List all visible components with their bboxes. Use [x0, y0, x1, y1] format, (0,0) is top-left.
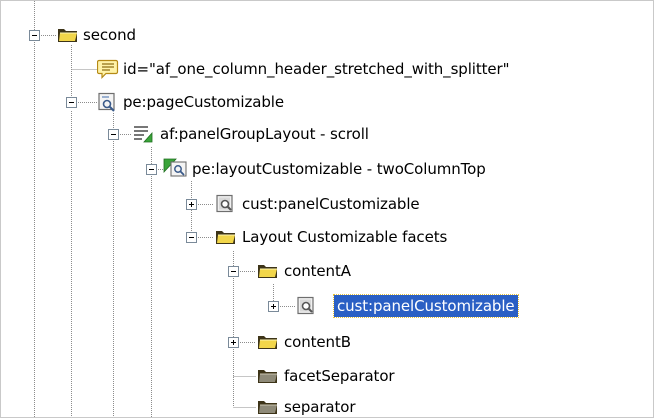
folder-icon	[257, 262, 279, 280]
folder-icon	[257, 333, 279, 351]
customizable-component-icon	[215, 194, 237, 213]
layout-customizable-icon	[163, 158, 187, 177]
folder-icon	[257, 398, 279, 416]
expand-toggle-panel-group-layout[interactable]	[108, 129, 119, 140]
expand-toggle-panel-customizable-selected[interactable]	[268, 301, 279, 312]
expand-toggle-second[interactable]	[29, 30, 40, 41]
expand-toggle-content-b[interactable]	[228, 337, 239, 348]
tree-node-label[interactable]: contentA	[281, 260, 354, 282]
tree-node-label[interactable]: Layout Customizable facets	[239, 226, 450, 248]
folder-icon	[215, 228, 237, 246]
tree-node-label[interactable]: af:panelGroupLayout - scroll	[157, 123, 372, 145]
comment-icon	[96, 59, 119, 79]
customizable-component-icon	[296, 296, 318, 315]
tree-node-label[interactable]: pe:pageCustomizable	[120, 91, 287, 113]
folder-icon	[57, 26, 79, 44]
expand-toggle-content-a[interactable]	[228, 266, 239, 277]
customizable-component-icon	[97, 92, 119, 112]
tree-node-label[interactable]: id="af_one_column_header_stretched_with_…	[120, 58, 512, 80]
tree-view: second id="af_one_column_header_stretche…	[0, 0, 654, 418]
expand-toggle-layout-customizable[interactable]	[146, 164, 157, 175]
folder-icon	[257, 367, 279, 385]
tree-node-label[interactable]: pe:layoutCustomizable - twoColumnTop	[189, 158, 489, 180]
tree-node-label[interactable]: second	[80, 24, 139, 46]
tree-node-label[interactable]: cust:panelCustomizable	[239, 193, 423, 215]
panel-group-layout-icon	[132, 124, 154, 143]
tree-node-label-selected[interactable]: cust:panelCustomizable	[333, 294, 519, 318]
tree-node-label[interactable]: separator	[281, 396, 358, 417]
expand-toggle-page-customizable[interactable]	[66, 97, 77, 108]
tree-node-label[interactable]: facetSeparator	[281, 365, 397, 387]
expand-toggle-panel-customizable[interactable]	[186, 199, 197, 210]
expand-toggle-layout-facets[interactable]	[186, 232, 197, 243]
tree-node-label[interactable]: contentB	[281, 331, 354, 353]
